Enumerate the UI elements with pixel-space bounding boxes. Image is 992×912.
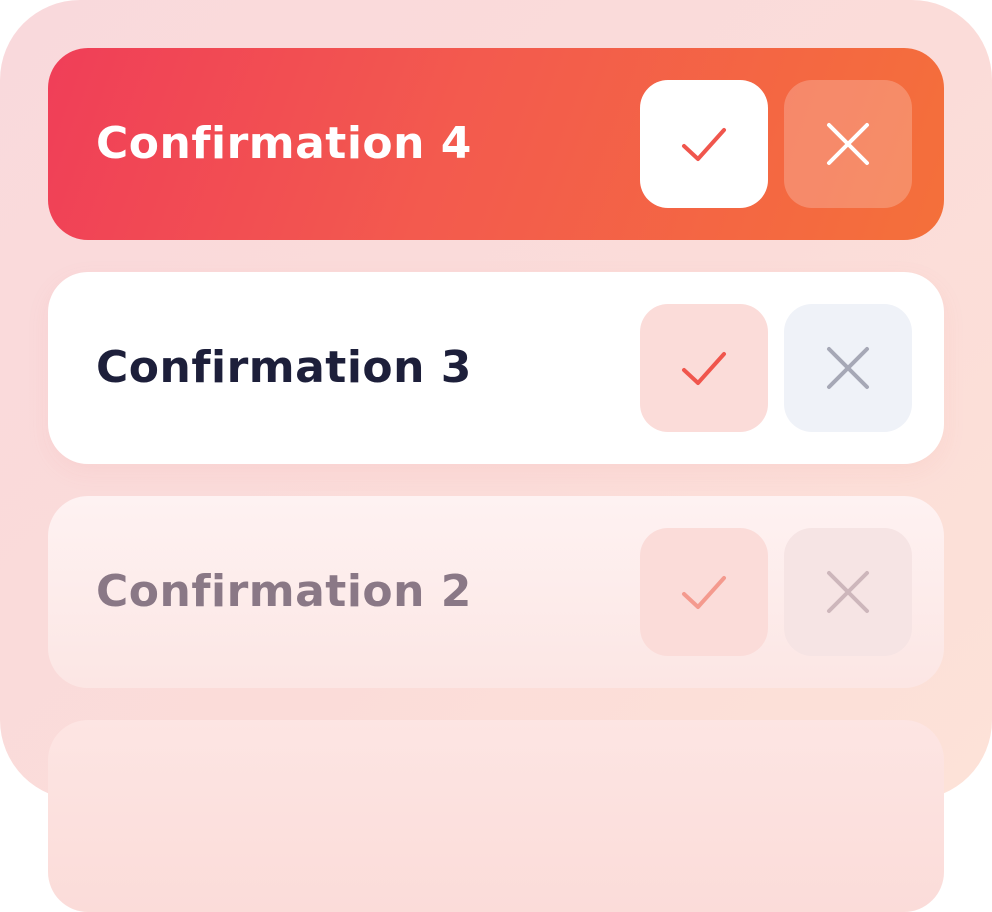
confirmation-item-1	[48, 720, 944, 912]
confirmation-list-panel: Confirmation 4 Confirmation 3 Confirmati…	[0, 0, 992, 912]
accept-button[interactable]	[640, 304, 768, 432]
confirmation-label: Confirmation 3	[96, 342, 472, 393]
check-icon	[682, 128, 726, 161]
confirmation-item-2: Confirmation 2	[48, 496, 944, 688]
confirmation-label: Confirmation 2	[96, 566, 472, 617]
reject-button[interactable]	[784, 528, 912, 656]
check-icon	[682, 576, 726, 609]
accept-button[interactable]	[640, 528, 768, 656]
close-icon	[827, 571, 869, 613]
confirmation-item-4: Confirmation 4	[48, 48, 944, 240]
close-icon	[827, 123, 869, 165]
check-icon	[682, 352, 726, 385]
close-icon	[827, 347, 869, 389]
confirmation-label: Confirmation 4	[96, 118, 472, 169]
confirmation-item-3: Confirmation 3	[48, 272, 944, 464]
accept-button[interactable]	[640, 80, 768, 208]
reject-button[interactable]	[784, 80, 912, 208]
reject-button[interactable]	[784, 304, 912, 432]
